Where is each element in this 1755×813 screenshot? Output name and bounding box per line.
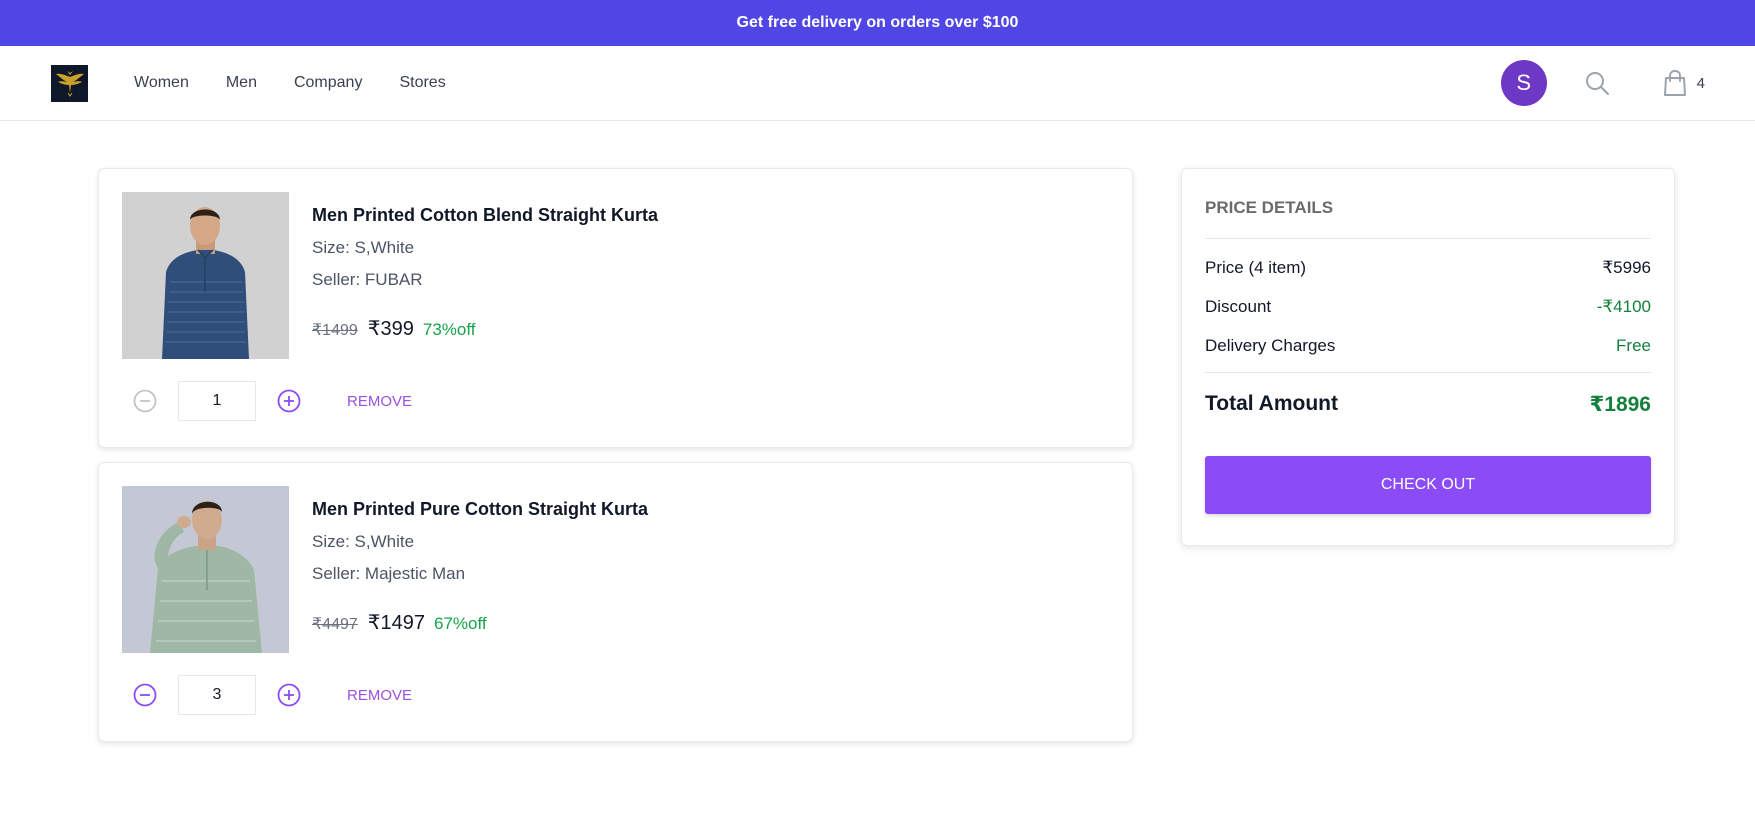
avatar-initial: S [1516, 70, 1531, 95]
current-price: ₹1497 [367, 612, 425, 634]
promo-text: Get free delivery on orders over $100 [736, 14, 1019, 31]
shopping-bag-icon [1663, 69, 1686, 96]
product-image[interactable] [122, 486, 289, 653]
discount-percent: 73%off [422, 320, 476, 339]
cart-item: Men Printed Pure Cotton Straight Kurta S… [98, 462, 1133, 742]
minus-circle-icon [133, 389, 157, 413]
product-name[interactable]: Men Printed Cotton Blend Straight Kurta [312, 205, 658, 226]
remove-button[interactable]: REMOVE [347, 393, 412, 410]
cart-item: Men Printed Cotton Blend Straight Kurta … [98, 168, 1133, 448]
checkout-label: CHECK OUT [1380, 476, 1476, 493]
quantity-input[interactable]: 3 [178, 675, 256, 715]
cart-button[interactable]: 4 [1663, 69, 1705, 97]
price-label: Price (4 item) [1205, 258, 1307, 277]
product-image[interactable] [122, 192, 289, 359]
nav-link-stores[interactable]: Stores [399, 74, 445, 92]
nav-link-women[interactable]: Women [134, 74, 189, 92]
product-name[interactable]: Men Printed Pure Cotton Straight Kurta [312, 499, 648, 520]
price-row: ₹4497 ₹1497 67%off [312, 610, 648, 635]
total-row: Total Amount ₹1896 [1205, 392, 1651, 417]
product-info: Men Printed Pure Cotton Straight Kurta S… [312, 499, 648, 635]
discount-value: -₹4100 [1596, 297, 1651, 316]
delivery-row: Delivery Charges Free [1205, 336, 1651, 356]
nav-link-men[interactable]: Men [226, 74, 257, 92]
brand-logo[interactable] [51, 64, 88, 102]
increase-quantity-button[interactable] [276, 388, 302, 414]
total-value: ₹1896 [1589, 393, 1651, 416]
cart-count: 4 [1696, 74, 1705, 92]
product-info: Men Printed Cotton Blend Straight Kurta … [312, 205, 658, 341]
delivery-label: Delivery Charges [1205, 336, 1336, 355]
product-photo-man-green-kurta [122, 486, 289, 653]
current-price: ₹399 [367, 318, 414, 340]
checkout-button[interactable]: CHECK OUT [1205, 456, 1651, 514]
quantity-input[interactable]: 1 [178, 381, 256, 421]
price-row: ₹1499 ₹399 73%off [312, 316, 658, 341]
minus-circle-icon [133, 683, 157, 707]
promo-banner: Get free delivery on orders over $100 [0, 0, 1755, 46]
price-value: ₹5996 [1602, 258, 1651, 277]
discount-percent: 67%off [434, 614, 487, 633]
eagle-logo-icon [55, 71, 84, 97]
product-size: Size: S,White [312, 532, 415, 551]
decrease-quantity-button[interactable] [132, 682, 158, 708]
plus-circle-icon [277, 389, 301, 413]
search-button[interactable] [1583, 69, 1611, 97]
plus-circle-icon [277, 683, 301, 707]
discount-label: Discount [1205, 297, 1272, 316]
increase-quantity-button[interactable] [276, 682, 302, 708]
nav-actions: S 4 [1500, 60, 1705, 106]
delivery-value: Free [1616, 336, 1651, 355]
remove-button[interactable]: REMOVE [347, 687, 412, 704]
nav-link-company[interactable]: Company [294, 74, 362, 92]
discount-row: Discount -₹4100 [1205, 297, 1651, 317]
quantity-stepper: 1 REMOVE [132, 381, 412, 421]
product-seller: Seller: Majestic Man [312, 564, 466, 583]
original-price: ₹4497 [312, 616, 358, 633]
product-size: Size: S,White [312, 238, 415, 257]
product-seller: Seller: FUBAR [312, 270, 423, 289]
nav-links: Women Men Company Stores [134, 74, 483, 92]
price-row-items: Price (4 item) ₹5996 [1205, 258, 1651, 278]
search-icon [1585, 72, 1609, 95]
navbar: Women Men Company Stores S 4 [0, 46, 1755, 121]
summary-divider [1205, 372, 1651, 373]
original-price: ₹1499 [312, 322, 358, 339]
decrease-quantity-button[interactable] [132, 388, 158, 414]
price-details-panel: PRICE DETAILS Price (4 item) ₹5996 Disco… [1181, 168, 1675, 546]
avatar[interactable]: S [1500, 60, 1547, 106]
total-label: Total Amount [1205, 392, 1338, 415]
product-photo-man-blue-kurta [122, 192, 289, 359]
price-details-title: PRICE DETAILS [1205, 198, 1651, 239]
quantity-stepper: 3 REMOVE [132, 675, 412, 715]
